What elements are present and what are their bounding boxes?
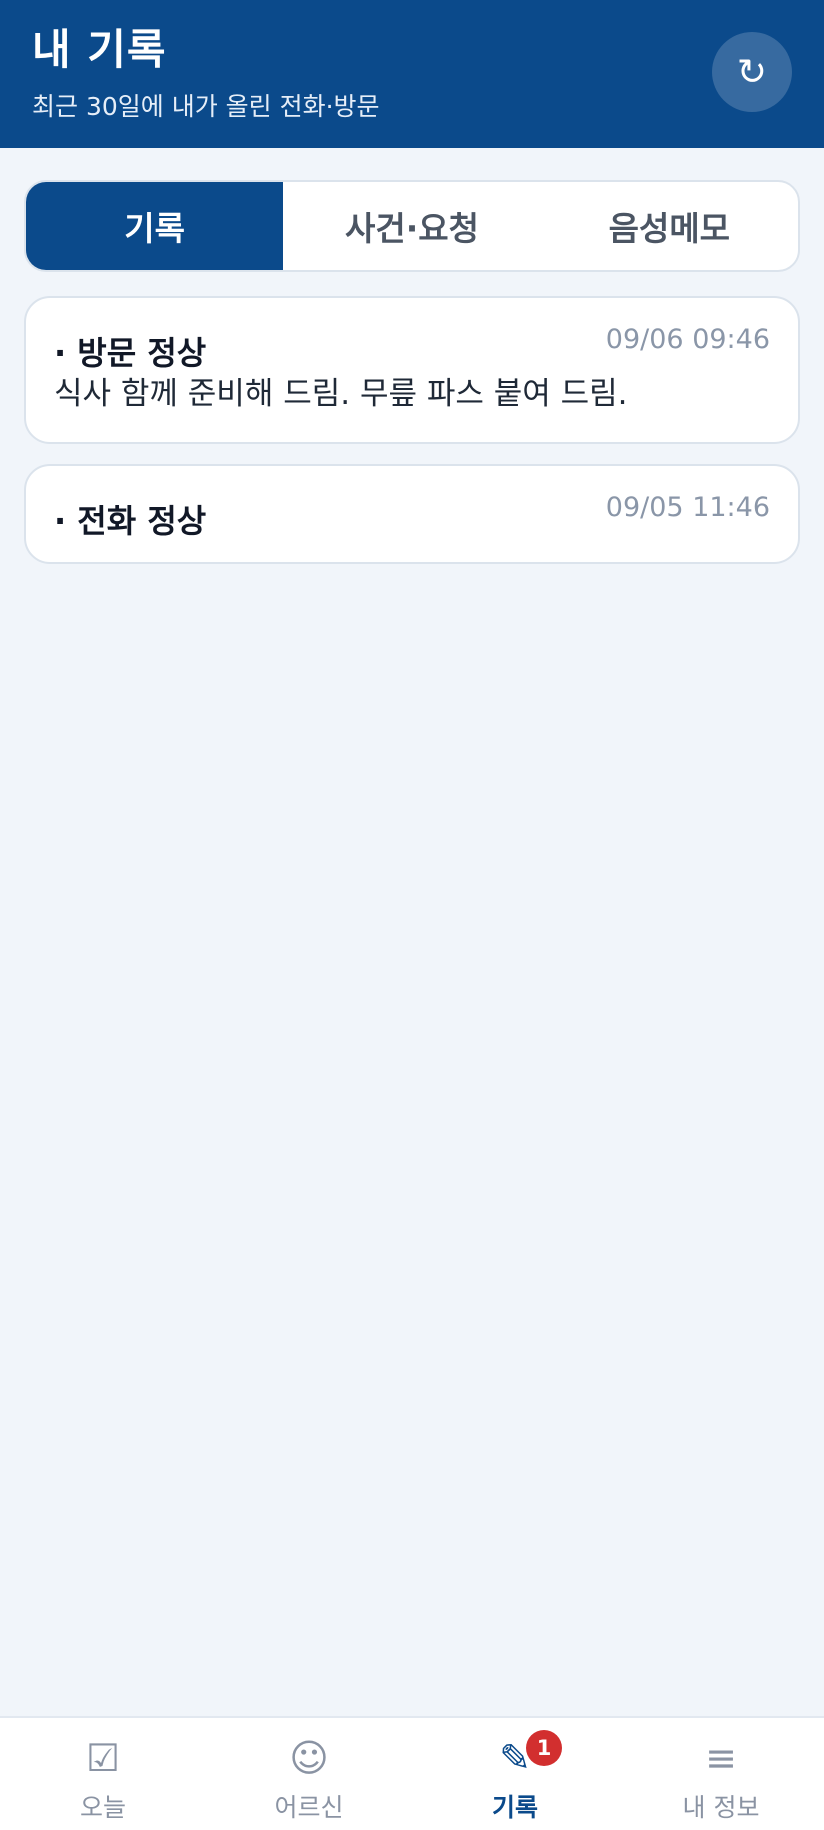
page-header: 내 기록 최근 30일에 내가 올린 전화·방문 ↻ [0, 0, 824, 148]
record-time: 09/06 09:46 [605, 324, 770, 355]
nav-label: 어르신 [274, 1793, 344, 1822]
page-title: 내 기록 [32, 25, 167, 74]
record-card-header: · 방문 정상 09/06 09:46 [54, 324, 770, 374]
smiley-icon: ☺ [289, 1736, 329, 1780]
record-tabs: 기록 사건·요청 음성메모 [24, 180, 800, 272]
record-title: · 방문 정상 [54, 334, 207, 372]
nav-label: 오늘 [79, 1793, 126, 1822]
refresh-icon: ↻ [736, 51, 768, 93]
app-root: 내 기록 최근 30일에 내가 올린 전화·방문 ↻ 기록 사건·요청 음성메모… [0, 0, 824, 1830]
nav-label: 기록 [491, 1793, 538, 1822]
record-card[interactable]: · 방문 정상 09/06 09:46 식사 함께 준비해 드림. 무릎 파스 … [24, 296, 800, 444]
record-card[interactable]: · 전화 정상 09/05 11:46 [24, 464, 800, 564]
page-subtitle: 최근 30일에 내가 올린 전화·방문 [32, 92, 380, 121]
bottom-navigation: ☑ 오늘 ☺ 어르신 ✎ 1 기록 ≡ 내 정보 [0, 1716, 824, 1830]
tab-voice-memo[interactable]: 음성메모 [541, 182, 798, 270]
nav-item-records[interactable]: ✎ 1 기록 [412, 1718, 618, 1830]
record-card-header: · 전화 정상 09/05 11:46 [54, 492, 770, 542]
refresh-button[interactable]: ↻ [712, 32, 792, 112]
record-note: 식사 함께 준비해 드림. 무릎 파스 붙여 드림. [54, 376, 628, 412]
notification-badge: 1 [526, 1730, 562, 1766]
nav-item-seniors[interactable]: ☺ 어르신 [206, 1718, 412, 1830]
tab-incidents-requests[interactable]: 사건·요청 [283, 182, 540, 270]
checkbox-icon: ☑ [85, 1736, 121, 1780]
record-time: 09/05 11:46 [605, 492, 770, 523]
tab-records[interactable]: 기록 [26, 182, 284, 270]
nav-item-my-info[interactable]: ≡ 내 정보 [618, 1718, 824, 1830]
nav-item-today[interactable]: ☑ 오늘 [0, 1718, 206, 1830]
record-title: · 전화 정상 [54, 502, 207, 540]
nav-label: 내 정보 [682, 1793, 760, 1822]
menu-icon: ≡ [705, 1736, 737, 1780]
